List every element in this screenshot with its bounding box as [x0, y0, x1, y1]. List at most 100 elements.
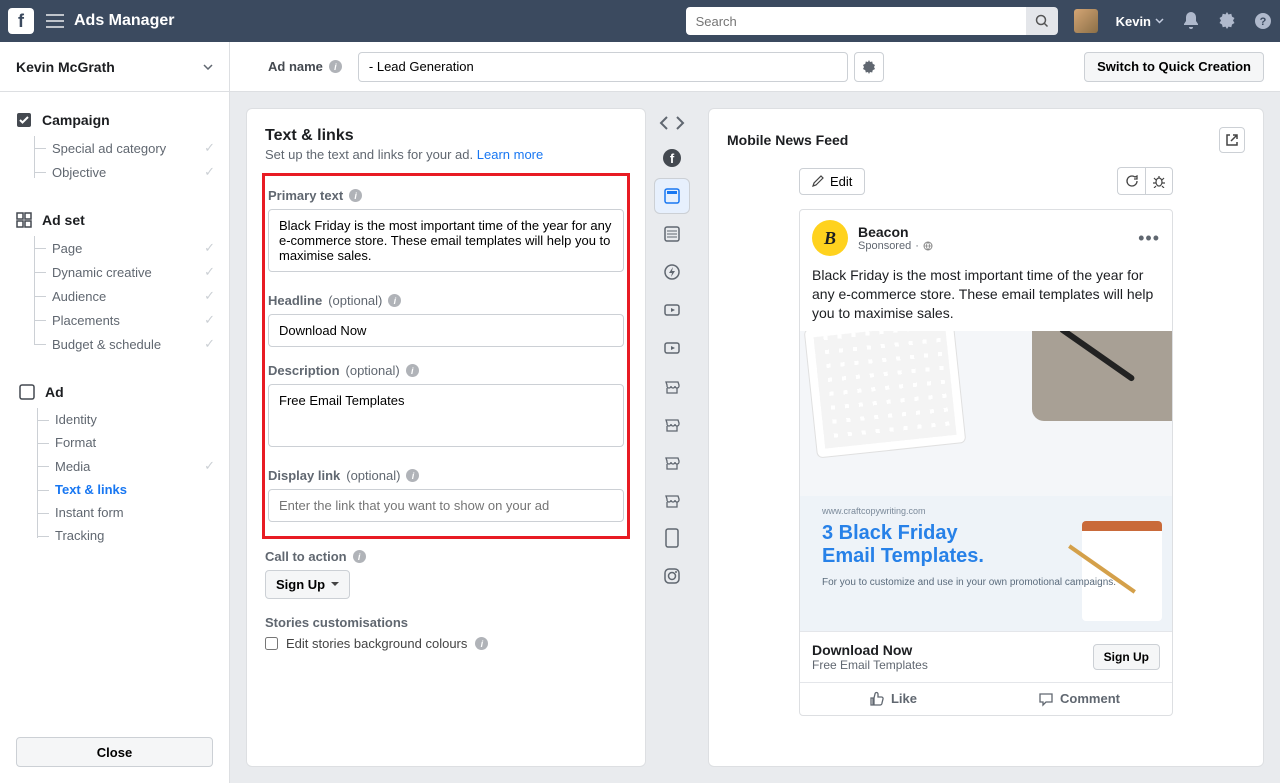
sidebar-item[interactable]: Audience✓ — [0, 284, 229, 308]
description-label: Description — [268, 363, 340, 378]
comment-button[interactable]: Comment — [986, 683, 1172, 715]
like-button[interactable]: Like — [800, 683, 986, 715]
cta-dropdown[interactable]: Sign Up — [265, 570, 350, 599]
sidebar-item[interactable]: Special ad category✓ — [0, 136, 229, 160]
info-icon[interactable]: i — [329, 60, 342, 73]
account-dropdown[interactable]: Kevin McGrath — [0, 42, 230, 92]
sidebar-campaign-section: Campaign Special ad category✓ Objective✓ — [0, 112, 229, 184]
stories-checkbox[interactable] — [265, 637, 278, 650]
settings-gear-icon[interactable] — [1218, 12, 1236, 30]
sponsored-label: Sponsored — [858, 240, 911, 252]
sidebar-adset-section: Ad set Page✓ Dynamic creative✓ Audience✓… — [0, 212, 229, 356]
refresh-icon — [1125, 174, 1139, 188]
close-button[interactable]: Close — [16, 737, 213, 767]
placement-marketplace-icon[interactable] — [654, 368, 690, 404]
editor-subtitle: Set up the text and links for your ad. L… — [265, 147, 627, 162]
svg-text:?: ? — [1260, 16, 1267, 28]
sidebar-item[interactable]: Format — [3, 431, 229, 454]
user-avatar[interactable] — [1074, 9, 1098, 33]
preview-next-button[interactable] — [673, 114, 687, 132]
editor-title: Text & links — [265, 127, 627, 145]
highlighted-fields: Primary texti Headline (optional)i Descr… — [262, 173, 630, 539]
placement-video2-icon[interactable] — [654, 330, 690, 366]
sidebar-item-active[interactable]: Text & links — [3, 478, 229, 501]
user-name-label: Kevin — [1116, 14, 1151, 29]
headline-label: Headline — [268, 293, 322, 308]
display-link-input[interactable] — [268, 489, 624, 522]
globe-icon — [923, 241, 933, 251]
chevron-down-icon — [1155, 18, 1164, 24]
search-icon — [1035, 14, 1049, 28]
sidebar-item[interactable]: Placements✓ — [0, 308, 229, 332]
edit-preview-button[interactable]: Edit — [799, 168, 865, 195]
preview-prev-button[interactable] — [657, 114, 671, 132]
ad-text: Black Friday is the most important time … — [800, 266, 1172, 331]
ad-cta-button[interactable]: Sign Up — [1093, 644, 1160, 670]
ad-name-input[interactable] — [358, 52, 848, 82]
menu-icon[interactable] — [46, 14, 64, 28]
sidebar-item[interactable]: Page✓ — [0, 236, 229, 260]
pencil-icon — [812, 175, 824, 187]
comment-icon — [1038, 691, 1054, 707]
placement-feed-icon[interactable] — [654, 216, 690, 252]
placement-marketplace3-icon[interactable] — [654, 444, 690, 480]
sidebar-item[interactable]: Identity — [3, 408, 229, 431]
report-bug-button[interactable] — [1145, 167, 1173, 195]
placement-video-icon[interactable] — [654, 292, 690, 328]
sidebar-item[interactable]: Objective✓ — [0, 160, 229, 184]
refresh-button[interactable] — [1117, 167, 1145, 195]
info-icon[interactable]: i — [388, 294, 401, 307]
ad-preview: B Beacon Sponsored · ••• Black Friday is… — [799, 209, 1173, 716]
description-input[interactable] — [268, 384, 624, 447]
user-menu[interactable]: Kevin — [1116, 14, 1164, 29]
preview-panel: Mobile News Feed Edit B — [708, 108, 1264, 767]
info-icon[interactable]: i — [406, 469, 419, 482]
notifications-icon[interactable] — [1182, 11, 1200, 31]
cta-label: Call to action — [265, 549, 347, 564]
primary-text-label: Primary text — [268, 188, 343, 203]
placement-instant-icon[interactable] — [654, 254, 690, 290]
info-icon[interactable]: i — [353, 550, 366, 563]
sidebar-campaign-head[interactable]: Campaign — [0, 112, 229, 128]
brand-name[interactable]: Beacon — [858, 224, 933, 240]
ad-name-settings-button[interactable] — [854, 52, 884, 82]
brand-avatar[interactable]: B — [812, 220, 848, 256]
switch-creation-button[interactable]: Switch to Quick Creation — [1084, 52, 1264, 82]
sidebar-item[interactable]: Budget & schedule✓ — [0, 332, 229, 356]
search-input[interactable] — [686, 7, 1026, 35]
facebook-logo[interactable]: f — [8, 8, 34, 34]
placement-mobile-icon[interactable] — [654, 520, 690, 556]
placement-facebook-icon[interactable]: f — [654, 140, 690, 176]
sidebar: Campaign Special ad category✓ Objective✓… — [0, 92, 230, 783]
sidebar-item[interactable]: Tracking — [3, 524, 229, 547]
app-title: Ads Manager — [74, 12, 174, 30]
search-button[interactable] — [1026, 7, 1058, 35]
primary-text-input[interactable] — [268, 209, 624, 272]
info-icon[interactable]: i — [475, 637, 488, 650]
ad-cta-headline: Download Now — [812, 642, 928, 658]
sidebar-item[interactable]: Instant form — [3, 501, 229, 524]
editor-panel: Text & links Set up the text and links f… — [246, 108, 646, 767]
svg-text:f: f — [670, 151, 675, 166]
sidebar-ad-head[interactable]: Ad — [3, 384, 229, 400]
sidebar-item[interactable]: Dynamic creative✓ — [0, 260, 229, 284]
ad-image[interactable]: www.craftcopywriting.com 3 Black Friday … — [800, 331, 1172, 631]
headline-input[interactable] — [268, 314, 624, 347]
placement-mobile-feed-icon[interactable] — [654, 178, 690, 214]
topbar: f Ads Manager Kevin ? — [0, 0, 1280, 42]
account-name: Kevin McGrath — [16, 59, 115, 75]
help-icon[interactable]: ? — [1254, 12, 1272, 30]
info-icon[interactable]: i — [406, 364, 419, 377]
sidebar-adset-head[interactable]: Ad set — [0, 212, 229, 228]
checkbox-checked-icon — [16, 112, 32, 128]
learn-more-link[interactable]: Learn more — [477, 147, 543, 162]
share-preview-button[interactable] — [1219, 127, 1245, 153]
placement-instagram-icon[interactable] — [654, 558, 690, 594]
ad-menu-button[interactable]: ••• — [1138, 228, 1160, 249]
chevron-down-icon — [203, 64, 213, 70]
placement-marketplace4-icon[interactable] — [654, 482, 690, 518]
stories-label: Stories customisations — [265, 615, 408, 630]
placement-marketplace2-icon[interactable] — [654, 406, 690, 442]
info-icon[interactable]: i — [349, 189, 362, 202]
sidebar-item[interactable]: Media✓ — [3, 454, 229, 478]
